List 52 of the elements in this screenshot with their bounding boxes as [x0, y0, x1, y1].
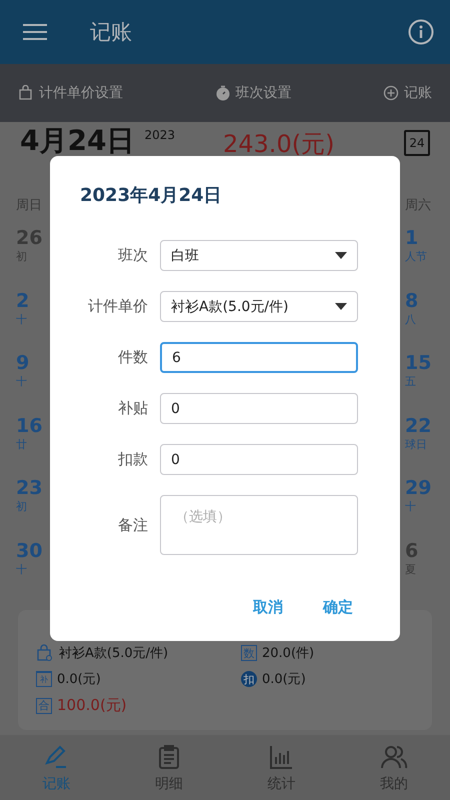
calendar-day[interactable]: 1 人节 — [405, 227, 427, 290]
info-icon[interactable] — [408, 19, 434, 45]
calendar-day[interactable]: 8 八 — [405, 290, 418, 352]
calendar-day[interactable]: 23 初 — [16, 477, 42, 540]
people-icon — [380, 743, 408, 771]
calendar-day[interactable]: 29 十 — [405, 477, 432, 540]
calendar-day[interactable]: 15 五 — [405, 352, 432, 414]
bag-icon — [18, 85, 34, 101]
badge-icon: 扣 — [241, 671, 257, 687]
caret-icon — [335, 252, 347, 259]
field-label: 件数 — [117, 348, 148, 367]
dropdown[interactable]: 白班 — [160, 240, 358, 271]
month-total: 243.0(元) — [223, 129, 334, 160]
year-label: 2023 — [144, 128, 175, 142]
calendar-day[interactable]: 9 十 — [16, 352, 30, 414]
field-label: 补贴 — [117, 399, 148, 418]
badge-icon: 合 — [36, 698, 52, 714]
field-label: 备注 — [117, 516, 148, 534]
bag-icon — [36, 644, 54, 662]
dialog-button[interactable]: 取消 — [247, 594, 289, 621]
field-label: 扣款 — [117, 450, 148, 469]
calendar-button[interactable]: 24 — [404, 130, 430, 156]
input-field[interactable]: 6 — [160, 342, 358, 373]
toolbar-button[interactable]: 计件单价设置 — [18, 84, 123, 102]
calendar-day[interactable]: 30 十 — [16, 540, 42, 602]
selected-date: 4月24日 — [20, 126, 134, 157]
input-field[interactable]: 0 — [160, 393, 358, 424]
calendar-day[interactable]: 22 球日 — [405, 414, 432, 477]
toolbar-button[interactable]: 班次设置 — [214, 84, 292, 102]
summary-value: 0.0(元) — [57, 671, 101, 688]
plus-icon — [383, 85, 399, 101]
calendar-day[interactable]: 16 廿 — [16, 414, 42, 477]
badge-icon: 补 — [36, 671, 52, 687]
dropdown[interactable]: 衬衫A款(5.0元/件) — [160, 291, 358, 322]
note-field[interactable]: （选填） — [160, 495, 358, 555]
summary-value: 衬衫A款(5.0元/件) — [59, 645, 168, 662]
calendar-day[interactable]: 2 十 — [16, 290, 30, 352]
summary-value: 0.0(元) — [262, 671, 306, 688]
caret-icon — [335, 303, 347, 310]
summary-value: 20.0(件) — [262, 645, 314, 662]
dialog-title: 2023年4月24日 — [80, 184, 223, 207]
badge-icon: 数 — [241, 645, 257, 661]
toolbar-button[interactable]: 记账 — [383, 84, 432, 102]
field-label: 计件单价 — [87, 297, 148, 316]
dialog-button[interactable]: 确定 — [317, 594, 359, 621]
screen-title: 记账 — [90, 19, 133, 46]
input-field[interactable]: 0 — [160, 444, 358, 475]
menu-icon[interactable] — [23, 24, 47, 40]
tab[interactable]: 记账 — [16, 735, 96, 800]
timer-icon — [214, 85, 230, 101]
field-label: 班次 — [117, 246, 148, 265]
summary-value: 100.0(元) — [57, 696, 127, 715]
